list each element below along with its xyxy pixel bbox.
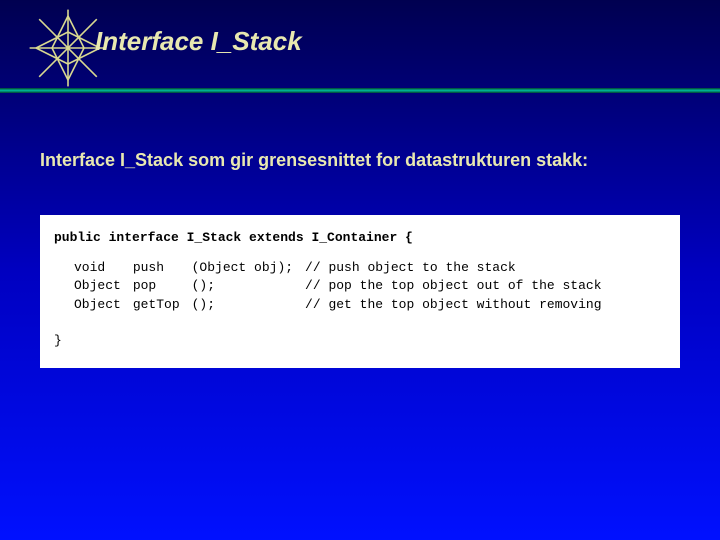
code-method-row: void push (Object obj); // push object t… <box>74 259 614 277</box>
code-method-args: (); <box>192 277 305 295</box>
slide-title: Interface I_Stack <box>95 26 302 57</box>
code-close: } <box>54 333 62 348</box>
code-method-row: Object pop (); // pop the top object out… <box>74 277 614 295</box>
slide: Interface I_Stack Interface I_Stack som … <box>0 0 720 540</box>
code-block: public interface I_Stack extends I_Conta… <box>40 215 680 368</box>
code-method-args: (); <box>192 296 305 314</box>
code-method-name: push <box>133 259 192 277</box>
code-method-ret: Object <box>74 296 133 314</box>
code-method-ret: void <box>74 259 133 277</box>
code-signature: public interface I_Stack extends I_Conta… <box>54 230 413 245</box>
code-method-args: (Object obj); <box>192 259 305 277</box>
code-method-row: Object getTop (); // get the top object … <box>74 296 614 314</box>
code-method-comment: // get the top object without removing <box>305 296 613 314</box>
code-method-ret: Object <box>74 277 133 295</box>
code-method-comment: // pop the top object out of the stack <box>305 277 613 295</box>
code-method-name: getTop <box>133 296 192 314</box>
code-methods: void push (Object obj); // push object t… <box>54 259 666 314</box>
code-method-comment: // push object to the stack <box>305 259 613 277</box>
code-method-name: pop <box>133 277 192 295</box>
divider <box>0 86 720 96</box>
slide-subtitle: Interface I_Stack som gir grensesnittet … <box>40 150 588 171</box>
